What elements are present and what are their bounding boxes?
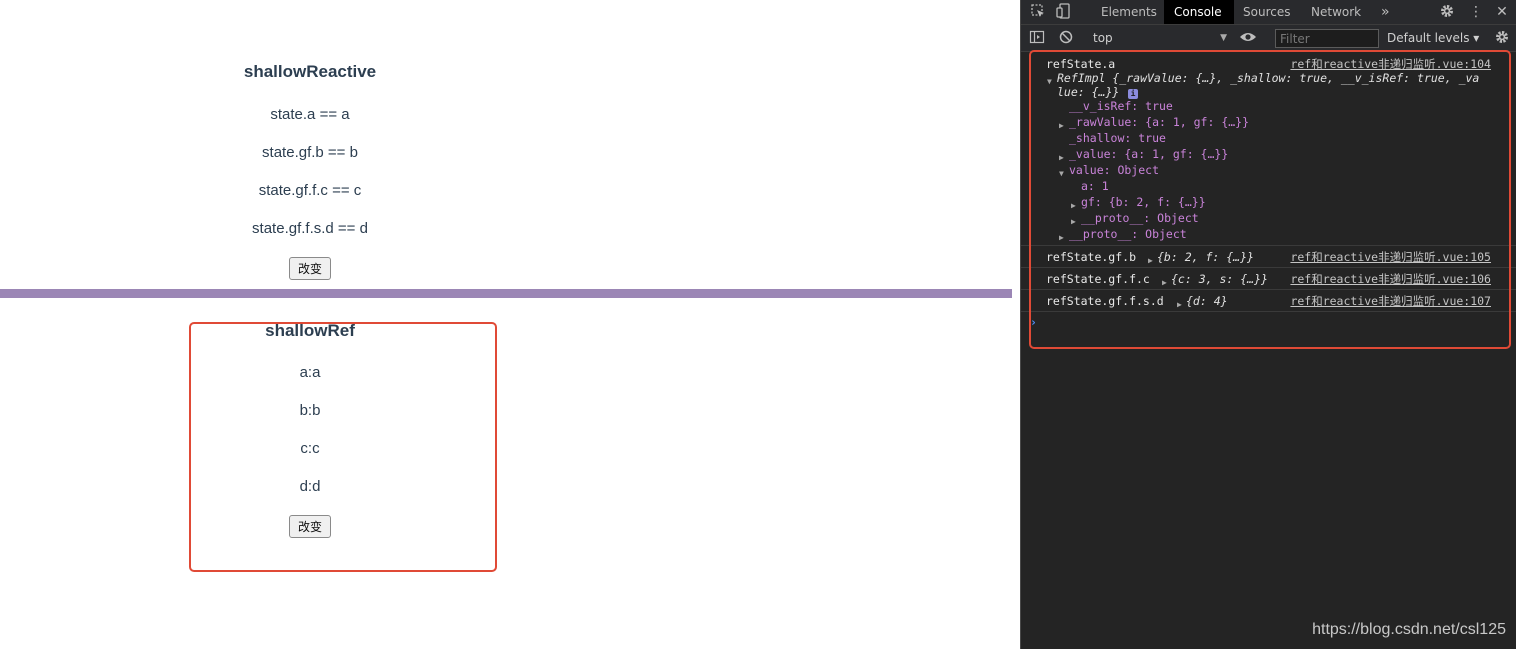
- prop-row[interactable]: ▶ _value: {a: 1, gf: {…}}: [1021, 146, 1516, 162]
- prop-row[interactable]: ▶ _rawValue: {a: 1, gf: {…}}: [1021, 114, 1516, 130]
- prop-row[interactable]: ▼ value: Object: [1021, 162, 1516, 178]
- prop-text: _shallow: true: [1069, 131, 1166, 145]
- prop-text: value: Object: [1069, 163, 1160, 177]
- log-source-link[interactable]: ref和reactive非递归监听.vue:107: [1290, 293, 1491, 309]
- more-tabs-icon[interactable]: »: [1371, 0, 1400, 24]
- ref-line-b: b:b: [299, 402, 321, 419]
- filter-input[interactable]: [1275, 29, 1379, 48]
- console-settings-gear-icon[interactable]: [1493, 29, 1511, 47]
- log-value: {b: 2, f: {…}}: [1157, 250, 1254, 264]
- prop-row[interactable]: ▶ gf: {b: 2, f: {…}}: [1021, 194, 1516, 210]
- reactive-line-c: state.gf.f.c == c: [258, 182, 362, 199]
- context-selector[interactable]: top ▼: [1085, 29, 1227, 47]
- watermark: https://blog.csdn.net/csl125: [1312, 621, 1506, 638]
- log-entry: refState.gf.f.c ▶ {c: 3, s: {…}} ref和rea…: [1021, 271, 1516, 287]
- tab-network[interactable]: Network: [1301, 0, 1371, 24]
- tab-elements[interactable]: Elements: [1091, 0, 1167, 24]
- devtools-tabbar: Elements Console Sources Network » ⋮ ✕: [1021, 0, 1516, 25]
- log-source-link[interactable]: ref和reactive非递归监听.vue:105: [1290, 249, 1491, 265]
- live-expression-eye-icon[interactable]: [1239, 29, 1257, 47]
- clear-console-icon[interactable]: [1057, 29, 1075, 47]
- log-entry: refState.gf.b ▶ {b: 2, f: {…}} ref和react…: [1021, 249, 1516, 265]
- context-selector-value: top: [1093, 31, 1113, 45]
- prop-row: _shallow: true: [1021, 130, 1516, 146]
- log-value: {d: 4}: [1186, 294, 1228, 308]
- ref-line-c: c:c: [300, 440, 320, 457]
- prop-text: _value: {a: 1, gf: {…}}: [1069, 147, 1229, 161]
- prop-text: gf: {b: 2, f: {…}}: [1081, 195, 1206, 209]
- log-source-link[interactable]: ref和reactive非递归监听.vue:106: [1290, 271, 1491, 287]
- devtools-panel: Elements Console Sources Network » ⋮ ✕ t…: [1020, 0, 1516, 649]
- ref-change-button[interactable]: 改变: [289, 515, 331, 538]
- shallow-ref-title: shallowRef: [265, 321, 355, 340]
- prop-row: a: 1: [1021, 178, 1516, 194]
- section-divider: [0, 289, 1012, 298]
- device-toolbar-icon[interactable]: [1055, 3, 1073, 21]
- sidebar-toggle-icon[interactable]: [1028, 29, 1046, 47]
- kebab-menu-icon[interactable]: ⋮: [1467, 3, 1485, 21]
- shallow-reactive-title: shallowReactive: [243, 62, 377, 81]
- tab-console[interactable]: Console: [1164, 0, 1234, 24]
- log-label: refState.gf.f.c: [1046, 272, 1150, 286]
- prop-text: __proto__: Object: [1069, 227, 1187, 241]
- reactive-change-button[interactable]: 改变: [289, 257, 331, 280]
- log-label: refState.gf.f.s.d: [1046, 294, 1164, 308]
- reactive-line-a: state.a == a: [270, 106, 350, 123]
- log-separator: [1021, 267, 1516, 268]
- console-prompt[interactable]: ›: [1021, 314, 1516, 330]
- tab-sources[interactable]: Sources: [1233, 0, 1300, 24]
- close-icon[interactable]: ✕: [1493, 3, 1511, 21]
- prompt-chevron-icon: ›: [1030, 315, 1037, 329]
- log-levels-dropdown[interactable]: Default levels ▾: [1387, 29, 1479, 47]
- ref-line-a: a:a: [299, 364, 321, 381]
- prop-row[interactable]: ▶ __proto__: Object: [1021, 210, 1516, 226]
- log-separator: [1021, 245, 1516, 246]
- prop-text: _rawValue: {a: 1, gf: {…}}: [1069, 115, 1250, 129]
- console-output: refState.a ref和reactive非递归监听.vue:104 ▼ R…: [1021, 52, 1516, 649]
- prop-row[interactable]: ▶ __proto__: Object: [1021, 226, 1516, 242]
- collapsed-triangle-icon[interactable]: ▶: [1059, 230, 1064, 246]
- caret-down-icon: ▼: [1220, 33, 1227, 43]
- log-label: refState.gf.b: [1046, 250, 1137, 264]
- prop-row: __v_isRef: true: [1021, 98, 1516, 114]
- prop-text: __v_isRef: true: [1069, 99, 1173, 113]
- inspect-element-icon[interactable]: [1029, 3, 1047, 21]
- log-value: {c: 3, s: {…}}: [1171, 272, 1268, 286]
- prop-text: __proto__: Object: [1081, 211, 1199, 225]
- settings-gear-icon[interactable]: [1438, 3, 1456, 21]
- log-separator: [1021, 289, 1516, 290]
- log-separator: [1021, 311, 1516, 312]
- reactive-line-d: state.gf.f.s.d == d: [252, 220, 368, 237]
- log-entry: refState.gf.f.s.d ▶ {d: 4} ref和reactive非…: [1021, 293, 1516, 309]
- reactive-line-b: state.gf.b == b: [262, 144, 358, 161]
- prop-text: a: 1: [1081, 179, 1109, 193]
- app-page: shallowReactive state.a == a state.gf.b …: [0, 0, 1020, 649]
- console-toolbar: top ▼ Default levels ▾: [1021, 25, 1516, 52]
- ref-line-d: d:d: [299, 478, 321, 495]
